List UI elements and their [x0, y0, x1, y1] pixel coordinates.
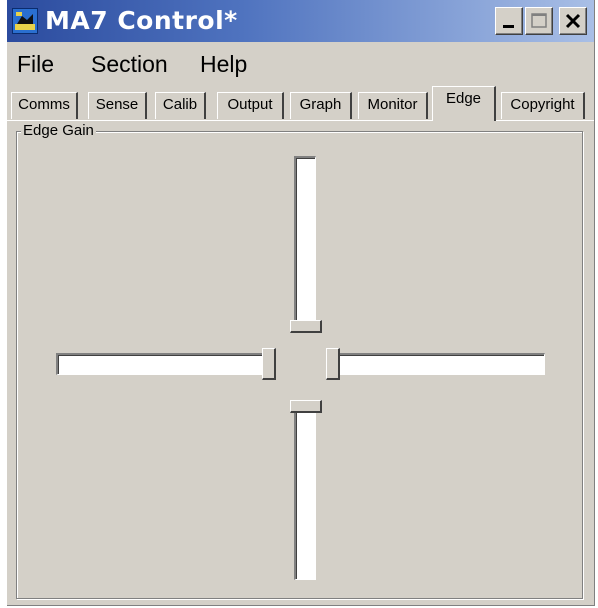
- edge-gain-left-slider-thumb[interactable]: [262, 348, 276, 380]
- maximize-icon: [531, 13, 547, 28]
- tab-edge[interactable]: Edge: [432, 86, 496, 121]
- edge-gain-title: Edge Gain: [21, 122, 96, 140]
- tab-comms[interactable]: Comms: [11, 92, 78, 119]
- minimize-button[interactable]: [495, 7, 523, 35]
- tab-panel-top-edge: [7, 120, 594, 121]
- edge-gain-bottom-slider-thumb[interactable]: [290, 400, 322, 413]
- edge-gain-bottom-slider[interactable]: [294, 400, 316, 580]
- tab-sense[interactable]: Sense: [88, 92, 147, 119]
- tab-output[interactable]: Output: [217, 92, 284, 119]
- tab-copyright[interactable]: Copyright: [501, 92, 585, 119]
- title-bar[interactable]: MA7 Control*: [7, 0, 594, 42]
- edge-gain-right-slider[interactable]: [326, 353, 545, 375]
- edge-gain-right-slider-thumb[interactable]: [326, 348, 340, 380]
- edge-gain-left-slider[interactable]: [56, 353, 276, 375]
- app-window: MA7 Control* File Section Help Comms Sen…: [7, 0, 595, 606]
- tab-calib[interactable]: Calib: [155, 92, 206, 119]
- tab-graph[interactable]: Graph: [290, 92, 352, 119]
- window-title: MA7 Control*: [45, 6, 238, 35]
- tab-monitor[interactable]: Monitor: [358, 92, 428, 119]
- menu-section[interactable]: Section: [91, 50, 168, 78]
- app-icon[interactable]: [12, 8, 38, 34]
- edge-gain-top-slider-thumb[interactable]: [290, 320, 322, 333]
- tab-strip: Comms Sense Calib Output Graph Monitor E…: [7, 86, 594, 121]
- menu-help[interactable]: Help: [200, 50, 247, 78]
- menu-bar: File Section Help: [7, 44, 594, 82]
- minimize-icon: [503, 25, 514, 28]
- close-icon: [565, 13, 581, 29]
- close-button[interactable]: [559, 7, 587, 35]
- edge-gain-top-slider[interactable]: [294, 156, 316, 332]
- maximize-button[interactable]: [525, 7, 553, 35]
- menu-file[interactable]: File: [17, 50, 54, 78]
